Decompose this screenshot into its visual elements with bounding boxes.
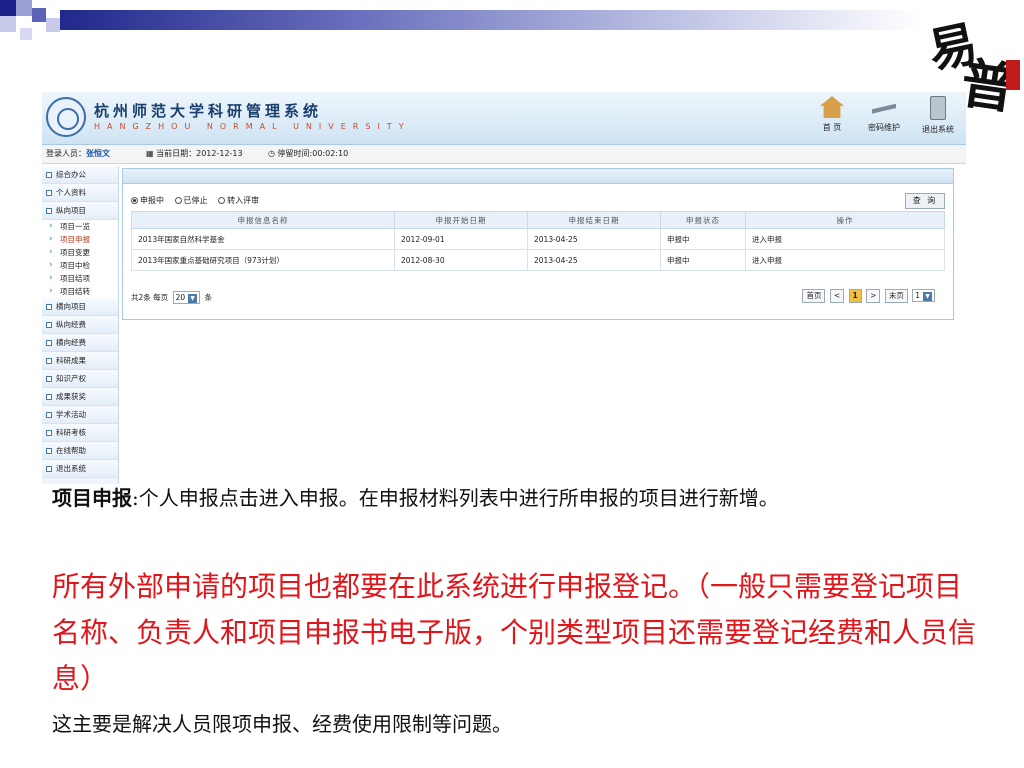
radio-checked-icon — [131, 197, 138, 204]
corner-square — [32, 8, 46, 22]
corner-square — [0, 0, 16, 16]
sidebar-item[interactable]: 个人资料 — [42, 184, 118, 202]
chevron-down-icon: ▼ — [188, 294, 198, 303]
sidebar-subitem[interactable]: 项目变更 — [42, 246, 118, 259]
sidebar-subitem[interactable]: 项目一览 — [42, 220, 118, 233]
table-header-row: 申报信息名称 申报开始日期 申报结束日期 申报状态 操作 — [131, 211, 945, 229]
last-page-button[interactable]: 末页 — [884, 289, 908, 303]
radio-stopped[interactable]: 已停止 — [174, 195, 208, 206]
sidebar-nav: 综合办公 个人资料 纵向项目 项目一览 项目申报 项目变更 项目中检 项目结项 … — [42, 166, 119, 484]
per-page-select[interactable]: 20 ▼ — [172, 291, 201, 304]
table-row: 2013年国家自然科学基金 2012-09-01 2013-04-25 申报中 … — [131, 228, 945, 250]
prev-page-button[interactable]: < — [829, 289, 845, 303]
first-page-button[interactable]: 首页 — [802, 289, 826, 303]
column-header: 申报信息名称 — [131, 211, 395, 229]
radio-unchecked-icon — [174, 197, 182, 204]
project-name-link[interactable]: 2013年国家自然科学基金 — [131, 228, 395, 250]
sidebar-item[interactable]: 横向项目 — [42, 298, 118, 316]
pager-summary: 共2条 每页 20 ▼ 条 — [131, 291, 212, 304]
sidebar-item[interactable]: 知识产权 — [42, 370, 118, 388]
current-date: ▦ 当前日期：2012-12-13 — [146, 149, 243, 158]
slide-paragraph-intro: 项目申报:个人申报点击进入申报。在申报材料列表中进行所申报的项目进行新增。 — [52, 486, 779, 510]
stay-time: ◷ 停留时间:00:02:10 — [268, 149, 349, 158]
corner-square — [0, 16, 16, 32]
sidebar-item[interactable]: 纵向项目 — [42, 202, 118, 220]
page-select[interactable]: 1 ▼ — [912, 289, 935, 302]
chevron-down-icon: ▼ — [923, 292, 932, 301]
column-header: 操作 — [745, 211, 945, 229]
column-header: 申报开始日期 — [394, 211, 528, 229]
sidebar-item[interactable]: 退出系统 — [42, 460, 118, 478]
calligraphy-logo: 易 普 — [923, 15, 1020, 122]
sidebar-item[interactable]: 综合办公 — [42, 166, 118, 184]
sidebar-subitem[interactable]: 项目结转 — [42, 285, 118, 298]
enter-application-link[interactable]: 进入申报 — [745, 228, 945, 250]
corner-square — [16, 0, 32, 16]
sidebar-item[interactable]: 在线帮助 — [42, 442, 118, 460]
query-button[interactable]: 查 询 — [905, 193, 945, 209]
table-cell: 2012-09-01 — [394, 228, 528, 250]
corner-square — [20, 28, 32, 40]
table-row: 2013年国家重点基础研究项目（973计划） 2012-08-30 2013-0… — [131, 249, 945, 271]
sidebar-item[interactable]: 科研考核 — [42, 424, 118, 442]
radio-unchecked-icon — [218, 197, 226, 204]
system-subtitle: HANGZHOU NORMAL UNIVERSITY — [94, 122, 411, 131]
sidebar-item[interactable]: 科研成果 — [42, 352, 118, 370]
radio-applying[interactable]: 申报中 — [131, 195, 164, 206]
home-button[interactable]: 首 页 — [808, 96, 856, 133]
corner-square — [46, 18, 60, 32]
table-cell: 申报中 — [660, 249, 746, 271]
status-filter: 申报中 已停止 转入评审 — [131, 195, 267, 206]
university-emblem-icon — [46, 97, 86, 137]
sidebar-subitem[interactable]: 项目中检 — [42, 259, 118, 272]
slide-paragraph-note: 这主要是解决人员限项申报、经费使用限制等问题。 — [52, 712, 512, 736]
info-bar: 登录人员：张恒文 ▦ 当前日期：2012-12-13 ◷ 停留时间:00:02:… — [42, 145, 966, 164]
sidebar-item[interactable]: 学术活动 — [42, 406, 118, 424]
table-cell: 申报中 — [660, 228, 746, 250]
system-screenshot: 杭州师范大学科研管理系统 HANGZHOU NORMAL UNIVERSITY … — [42, 92, 966, 484]
sidebar-item[interactable]: 横向经费 — [42, 334, 118, 352]
password-button[interactable]: 密码维护 — [860, 96, 908, 133]
password-icon — [872, 103, 896, 114]
table-cell: 2013-04-25 — [527, 228, 661, 250]
home-icon — [820, 96, 844, 118]
project-name-link[interactable]: 2013年国家重点基础研究项目（973计划） — [131, 249, 395, 271]
radio-to-review[interactable]: 转入评审 — [218, 195, 259, 206]
next-page-button[interactable]: > — [866, 289, 881, 303]
system-title: 杭州师范大学科研管理系统 — [94, 102, 323, 120]
slide-header-bar — [60, 10, 920, 30]
sidebar-item[interactable]: 纵向经费 — [42, 316, 118, 334]
application-table: 申报信息名称 申报开始日期 申报结束日期 申报状态 操作 2013年国家自然科学… — [131, 211, 945, 271]
column-header: 申报结束日期 — [527, 211, 661, 229]
table-cell: 2013-04-25 — [527, 249, 661, 271]
sidebar-item[interactable]: 成果获奖 — [42, 388, 118, 406]
slide-paragraph-highlight: 所有外部申请的项目也都要在此系统进行申报登记。（一般只需要登记项目名称、负责人和… — [52, 570, 977, 695]
red-seal-stamp — [1006, 60, 1020, 90]
login-user: 张恒文 — [86, 149, 110, 158]
sidebar-subitem[interactable]: 项目结项 — [42, 272, 118, 285]
exit-icon — [930, 96, 946, 120]
sidebar-subitem-active[interactable]: 项目申报 — [42, 233, 118, 246]
table-cell: 2012-08-30 — [394, 249, 528, 271]
column-header: 申报状态 — [660, 211, 746, 229]
logout-button[interactable]: 退出系统 — [914, 96, 962, 135]
current-page[interactable]: 1 — [848, 289, 862, 303]
panel-title-bar — [123, 169, 953, 184]
content-panel: 申报中 已停止 转入评审 查 询 申报信息名称 申报开始日期 申报结束日期 申报… — [122, 168, 954, 320]
system-header: 杭州师范大学科研管理系统 HANGZHOU NORMAL UNIVERSITY … — [42, 92, 966, 145]
pagination: 首页 < 1 > 末页 1 ▼ — [800, 289, 937, 303]
login-info: 登录人员：张恒文 — [46, 149, 110, 158]
enter-application-link[interactable]: 进入申报 — [745, 249, 945, 271]
